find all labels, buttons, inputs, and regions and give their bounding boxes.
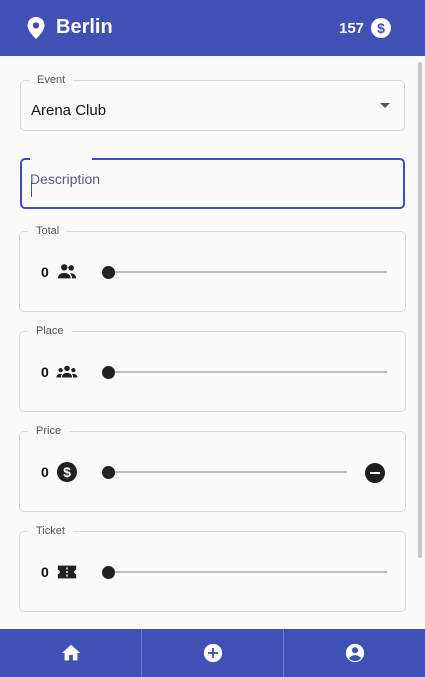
total-slider-thumb[interactable] xyxy=(102,266,115,279)
svg-text:$: $ xyxy=(63,464,71,480)
ticket-icon xyxy=(57,565,77,579)
account-circle-icon xyxy=(345,643,364,663)
svg-text:$: $ xyxy=(377,20,385,36)
price-label: Price xyxy=(28,424,70,438)
groups-icon xyxy=(56,365,78,378)
ticket-slider-thumb[interactable] xyxy=(102,566,115,579)
place-card: Place 0 xyxy=(19,324,406,412)
ticket-label: Ticket xyxy=(28,524,73,538)
city-name: Berlin xyxy=(56,16,113,38)
scrollbar[interactable] xyxy=(418,62,422,558)
location-pin-icon xyxy=(27,17,45,39)
dollar-icon: $ xyxy=(57,462,77,482)
nav-home-button[interactable] xyxy=(0,629,142,677)
credit-count: 157 xyxy=(339,20,365,37)
ticket-card: Ticket 0 xyxy=(19,524,406,612)
price-value: 0 xyxy=(41,464,49,480)
place-label: Place xyxy=(28,324,72,338)
event-select[interactable]: Event Arena Club xyxy=(20,73,405,131)
total-slider-track[interactable] xyxy=(108,271,387,273)
ticket-value: 0 xyxy=(41,564,49,580)
dollar-circle-icon: $ xyxy=(371,18,391,38)
event-label: Event xyxy=(29,73,74,87)
price-slider-thumb[interactable] xyxy=(102,466,115,479)
remove-price-button[interactable] xyxy=(365,463,385,483)
ticket-slider-track[interactable] xyxy=(108,571,387,573)
nav-add-button[interactable] xyxy=(142,629,284,677)
group-icon xyxy=(57,264,77,279)
price-card: Price 0 $ xyxy=(19,424,406,512)
add-circle-icon xyxy=(203,643,222,663)
bottom-navigation xyxy=(0,629,425,677)
price-slider-track[interactable] xyxy=(108,471,347,473)
app-bar: Berlin 157 $ xyxy=(0,0,425,56)
total-card: Total 0 xyxy=(19,224,406,312)
description-placeholder: Description xyxy=(30,171,101,187)
description-input[interactable]: Description xyxy=(20,157,405,209)
home-icon xyxy=(61,644,80,661)
nav-account-button[interactable] xyxy=(284,629,425,677)
total-value: 0 xyxy=(41,264,49,280)
dropdown-arrow-icon[interactable] xyxy=(380,103,390,108)
place-slider-thumb[interactable] xyxy=(102,366,115,379)
place-value: 0 xyxy=(41,364,49,380)
total-label: Total xyxy=(28,224,68,238)
place-slider-track[interactable] xyxy=(108,371,387,373)
text-cursor xyxy=(31,182,32,197)
event-value: Arena Club xyxy=(31,102,107,119)
